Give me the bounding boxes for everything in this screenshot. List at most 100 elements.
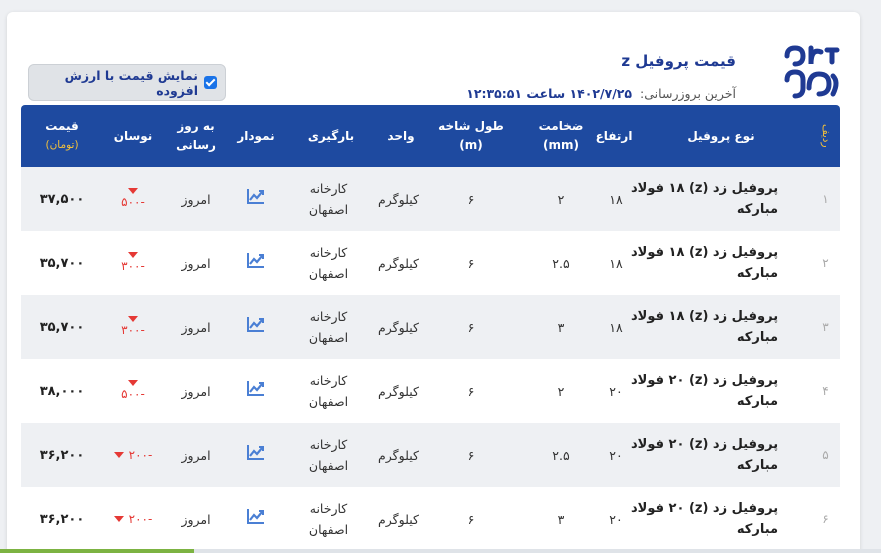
fluct-value: -۲۰۰ bbox=[128, 511, 153, 526]
price-label: قیمت bbox=[45, 119, 79, 133]
updated-value: امروز bbox=[181, 319, 211, 335]
trend-chart-icon[interactable] bbox=[246, 251, 266, 275]
length-label: طول شاخه bbox=[438, 119, 504, 133]
chart-link[interactable] bbox=[226, 423, 286, 487]
updated-label-1: به روز bbox=[177, 119, 215, 133]
loading-value: کارخانه اصفهان bbox=[291, 167, 366, 231]
unit-value: کیلوگرم bbox=[378, 447, 419, 463]
down-triangle-icon bbox=[113, 516, 124, 522]
loading-value: کارخانه اصفهان bbox=[291, 487, 366, 551]
table-header: ردیف نوع پروفیل ارتفاع ضخامت (mm) طول شا… bbox=[21, 105, 840, 167]
table-row: ۲ پروفیل زد (z) ۱۸ فولاد مبارکه ۱۸ ۲.۵ ۶ کیلوگ… bbox=[21, 231, 840, 295]
fluct-value: -۵۰۰ bbox=[121, 387, 145, 401]
table-row: ۳ پروفیل زد (z) ۱۸ فولاد مبارکه ۱۸ ۳ ۶ کیلوگرم… bbox=[21, 295, 840, 359]
loading-line2: اصفهان bbox=[308, 330, 349, 345]
trend-chart-icon[interactable] bbox=[246, 315, 266, 339]
row-index: ۴ bbox=[822, 383, 829, 398]
profile-name-line2: مبارکه bbox=[736, 266, 779, 281]
col-name-header[interactable]: نوع پروفیل bbox=[631, 105, 811, 167]
height-value: ۱۸ bbox=[609, 319, 623, 335]
loading-line2: اصفهان bbox=[308, 266, 349, 281]
profile-name[interactable]: پروفیل زد (z) ۱۸ فولاد مبارکه bbox=[631, 167, 811, 231]
length-value: ۶ bbox=[467, 383, 475, 399]
length-value: ۶ bbox=[467, 511, 475, 527]
loading-line1: کارخانه bbox=[309, 181, 348, 196]
chart-link[interactable] bbox=[226, 359, 286, 423]
last-updated-value: ۱۴۰۲/۷/۲۵ ساعت ۱۲:۳۵:۵۱ bbox=[466, 86, 633, 101]
profile-name-line2: مبارکه bbox=[736, 522, 779, 537]
last-updated-label: آخرین بروزرسانی: bbox=[640, 86, 736, 101]
row-index: ۶ bbox=[822, 511, 829, 526]
bottom-border bbox=[0, 549, 881, 553]
row-index: ۱ bbox=[822, 191, 829, 206]
chart-link[interactable] bbox=[226, 295, 286, 359]
row-index: ۲ bbox=[822, 255, 829, 270]
updated-value: امروز bbox=[181, 191, 211, 207]
down-triangle-icon bbox=[113, 452, 124, 458]
col-fluct-header: نوسان bbox=[113, 128, 153, 143]
updated-label-2: رسانی bbox=[176, 138, 216, 152]
updated-value: امروز bbox=[181, 383, 211, 399]
height-value: ۱۸ bbox=[609, 191, 623, 207]
loading-line1: کارخانه bbox=[309, 373, 348, 388]
height-value: ۲۰ bbox=[609, 447, 623, 463]
profile-name-line2: مبارکه bbox=[736, 330, 779, 345]
price-value: ۳۶,۲۰۰ bbox=[39, 447, 85, 463]
loading-value: کارخانه اصفهان bbox=[291, 359, 366, 423]
thickness-value: ۳ bbox=[557, 319, 565, 335]
loading-value: کارخانه اصفهان bbox=[291, 295, 366, 359]
col-loading-header: بارگیری bbox=[307, 128, 355, 143]
col-unit-header: واحد bbox=[387, 128, 415, 143]
profile-name[interactable]: پروفیل زد (z) ۲۰ فولاد مبارکه bbox=[631, 423, 811, 487]
trend-chart-icon[interactable] bbox=[246, 379, 266, 403]
length-value: ۶ bbox=[467, 447, 475, 463]
chart-link[interactable] bbox=[226, 231, 286, 295]
vat-checkbox-label: نمایش قیمت با ارزش افزوده bbox=[64, 67, 198, 98]
height-value: ۱۸ bbox=[609, 255, 623, 271]
loading-line1: کارخانه bbox=[309, 437, 348, 452]
profile-name[interactable]: پروفیل زد (z) ۱۸ فولاد مبارکه bbox=[631, 295, 811, 359]
unit-value: کیلوگرم bbox=[378, 255, 419, 271]
col-updated-header: به روز رسانی bbox=[166, 105, 226, 167]
loading-line2: اصفهان bbox=[308, 202, 349, 217]
loading-value: کارخانه اصفهان bbox=[291, 231, 366, 295]
table-row: ۱ پروفیل زد (z) ۱۸ فولاد مبارکه ۱۸ ۲ ۶ کیلوگرم… bbox=[21, 167, 840, 231]
loading-line2: اصفهان bbox=[308, 458, 349, 473]
page-title: قیمت پروفیل z bbox=[621, 52, 736, 70]
updated-value: امروز bbox=[181, 511, 211, 527]
fluctuation: -۲۰۰ bbox=[103, 487, 163, 551]
vat-checkbox[interactable] bbox=[204, 76, 217, 89]
trend-chart-icon[interactable] bbox=[246, 443, 266, 467]
unit-value: کیلوگرم bbox=[378, 383, 419, 399]
length-value: ۶ bbox=[467, 191, 475, 207]
col-index-header: ردیف bbox=[820, 124, 832, 148]
length-value: ۶ bbox=[467, 319, 475, 335]
col-length-header[interactable]: طول شاخه (m) bbox=[431, 105, 511, 167]
table-row: ۵ پروفیل زد (z) ۲۰ فولاد مبارکه ۲۰ ۲.۵ ۶ کیلوگ… bbox=[21, 423, 840, 487]
loading-line1: کارخانه bbox=[309, 501, 348, 516]
col-thickness-header[interactable]: ضخامت (mm) bbox=[521, 105, 601, 167]
updated-value: امروز bbox=[181, 447, 211, 463]
thickness-value: ۳ bbox=[557, 511, 565, 527]
row-index: ۵ bbox=[822, 447, 829, 462]
chart-link[interactable] bbox=[226, 167, 286, 231]
loading-line2: اصفهان bbox=[308, 522, 349, 537]
chart-link[interactable] bbox=[226, 487, 286, 551]
brand-logo-icon bbox=[784, 45, 840, 99]
trend-chart-icon[interactable] bbox=[246, 507, 266, 531]
fluct-value: -۵۰۰ bbox=[121, 195, 145, 209]
fluct-value: -۳۰۰ bbox=[121, 259, 145, 273]
col-price-header[interactable]: قیمت (تومان) bbox=[21, 105, 103, 167]
price-value: ۳۸,۰۰۰ bbox=[39, 383, 85, 399]
profile-name[interactable]: پروفیل زد (z) ۱۸ فولاد مبارکه bbox=[631, 231, 811, 295]
vat-toggle[interactable]: نمایش قیمت با ارزش افزوده bbox=[28, 64, 226, 101]
fluct-value: -۲۰۰ bbox=[128, 447, 153, 462]
profile-name-line1: پروفیل زد (z) ۲۰ فولاد bbox=[631, 501, 779, 516]
profile-name[interactable]: پروفیل زد (z) ۲۰ فولاد مبارکه bbox=[631, 487, 811, 551]
fluctuation: -۵۰۰ bbox=[103, 359, 163, 423]
height-value: ۲۰ bbox=[609, 383, 623, 399]
trend-chart-icon[interactable] bbox=[246, 187, 266, 211]
price-value: ۳۷,۵۰۰ bbox=[39, 191, 85, 207]
profile-name[interactable]: پروفیل زد (z) ۲۰ فولاد مبارکه bbox=[631, 359, 811, 423]
thickness-value: ۲.۵ bbox=[552, 255, 570, 271]
